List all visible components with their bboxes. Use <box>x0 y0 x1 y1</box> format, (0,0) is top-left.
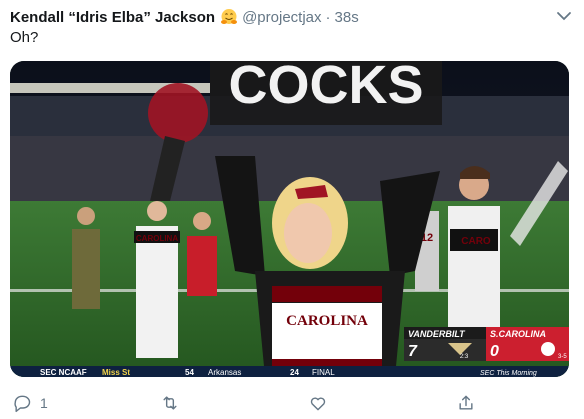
hugging-face-emoji-icon <box>221 9 238 24</box>
ticker-opp: Arkansas <box>208 368 241 377</box>
tweet-card[interactable]: Kendall “Idris Elba” Jackson @projectjax… <box>0 0 584 419</box>
ticker-label: SEC NCAAF <box>40 368 87 377</box>
ticker-right: SEC This Morning <box>480 370 537 377</box>
scorebug: VANDERBILT S.CAROLINA 7 0 2:3 3-5 <box>404 327 569 361</box>
banner-text: COCKS <box>228 61 423 115</box>
scorebug-team-b-score: 0 <box>490 343 499 360</box>
scorebug-team-a: VANDERBILT <box>408 329 466 339</box>
video-frame: COCKS CAROLINA 12 CAROLINA CARO VANDERBI… <box>10 61 569 377</box>
tweet-actions: 1 <box>0 388 584 416</box>
scorebug-record: 3-5 <box>558 354 567 360</box>
chevron-down-icon[interactable] <box>556 10 572 22</box>
pom-pom <box>148 83 208 143</box>
jersey-right-text: CARO <box>461 236 491 247</box>
share-icon <box>459 395 473 410</box>
red-jacket-fan <box>187 236 217 296</box>
retweet-icon <box>163 396 177 410</box>
separator-dot: · <box>325 8 331 26</box>
scorebug-team-a-score: 7 <box>408 343 418 360</box>
score-ticker: SEC NCAAF Miss St 54 Arkansas 24 FINAL S… <box>10 366 569 377</box>
jersey-left-text: CAROLINA <box>136 234 178 243</box>
ticker-opp-score: 24 <box>290 368 299 377</box>
user-handle[interactable]: @projectjax <box>242 9 321 26</box>
gamecock-logo-icon <box>541 342 555 356</box>
retweet-button[interactable] <box>160 392 188 414</box>
tweet-text: Oh? <box>10 29 39 46</box>
scorebug-team-b: S.CAROLINA <box>490 329 546 339</box>
ticker-status: FINAL <box>312 368 335 377</box>
like-button[interactable] <box>308 392 336 414</box>
share-button[interactable] <box>456 392 476 414</box>
like-icon <box>310 397 326 411</box>
ticker-team: Miss St <box>102 368 130 377</box>
ticker-score: 54 <box>185 368 194 377</box>
reply-button[interactable]: 1 <box>12 392 48 414</box>
reply-count: 1 <box>40 395 48 411</box>
tweet-media[interactable]: COCKS CAROLINA 12 CAROLINA CARO VANDERBI… <box>10 61 569 377</box>
scorebug-quarter: 2:3 <box>460 354 469 360</box>
jersey-center-text: CAROLINA <box>286 313 368 329</box>
display-name[interactable]: Kendall “Idris Elba” Jackson <box>10 9 215 26</box>
timestamp[interactable]: 38s <box>335 9 359 26</box>
tweet-header: Kendall “Idris Elba” Jackson @projectjax… <box>10 6 359 28</box>
cheerleader-left <box>136 226 178 358</box>
reply-icon <box>14 395 31 413</box>
